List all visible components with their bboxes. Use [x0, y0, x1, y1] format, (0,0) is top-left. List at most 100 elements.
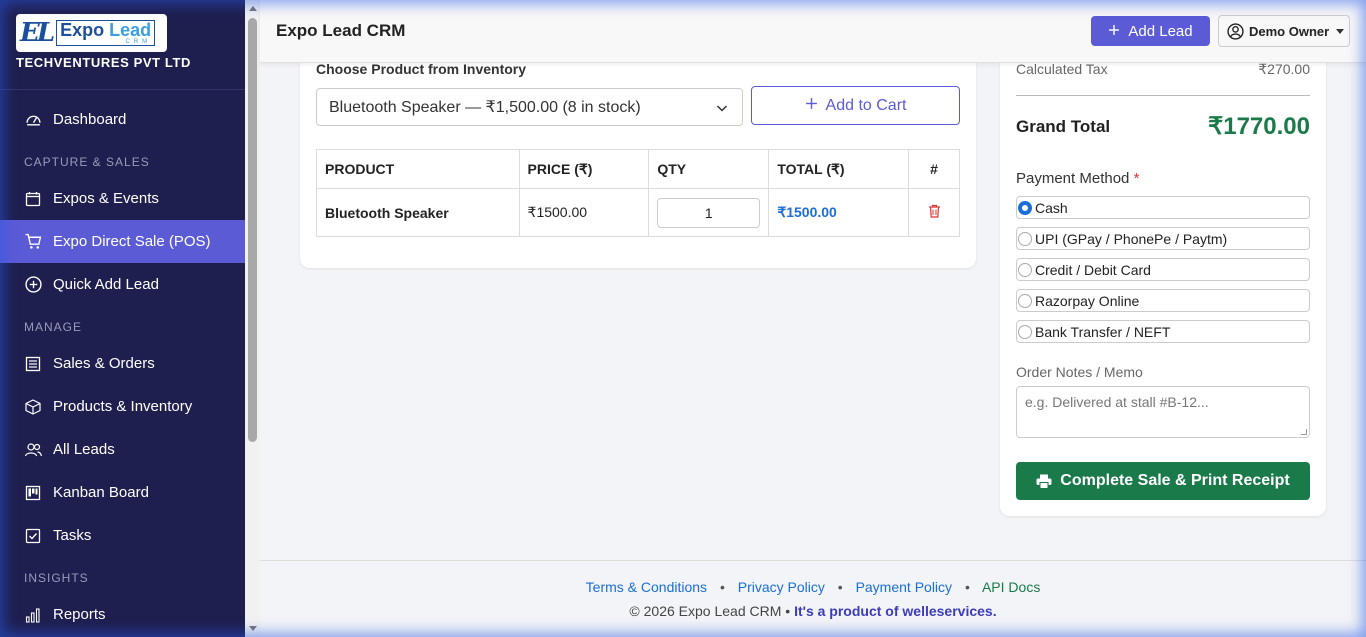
cell-price: ₹1500.00: [518, 188, 650, 237]
add-lead-button[interactable]: Add Lead: [1091, 16, 1210, 46]
user-menu-button[interactable]: Demo Owner: [1218, 15, 1350, 47]
sidebar-item-label: Kanban Board: [53, 484, 149, 501]
scroll-up-arrow-icon[interactable]: [249, 6, 257, 11]
add-lead-label: Add Lead: [1128, 22, 1193, 40]
payment-option-cash[interactable]: Cash: [1016, 196, 1310, 219]
calendar-icon: [24, 190, 42, 208]
radio-button[interactable]: [1018, 324, 1032, 339]
payment-option-label: UPI (GPay / PhonePe / Paytm): [1035, 230, 1228, 247]
pos-cart-card: Choose Product from Inventory Bluetooth …: [300, 40, 976, 268]
radio-button[interactable]: [1018, 293, 1032, 308]
sidebar-item-sales-orders[interactable]: Sales & Orders: [0, 342, 245, 385]
radio-button[interactable]: [1018, 262, 1032, 277]
cart-table: PRODUCT PRICE (₹) QTY TOTAL (₹) # Blueto…: [316, 149, 960, 237]
logo-mark: EL: [20, 18, 55, 48]
bar-chart-icon: [24, 606, 42, 624]
radio-button[interactable]: [1018, 231, 1032, 246]
sidebar-item-expos-events[interactable]: Expos & Events: [0, 177, 245, 220]
divider: [1016, 95, 1310, 96]
payment-option-upi[interactable]: UPI (GPay / PhonePe / Paytm): [1016, 227, 1310, 250]
col-header-product: PRODUCT: [316, 149, 520, 189]
required-mark: *: [1133, 170, 1140, 187]
printer-icon: [1036, 474, 1052, 489]
cell-total: ₹1500.00: [768, 188, 910, 237]
copyright-text: © 2026 Expo Lead CRM •: [629, 603, 791, 619]
payment-option-label: Cash: [1035, 199, 1068, 216]
scroll-down-arrow-icon[interactable]: [249, 626, 257, 631]
payment-option-razorpay[interactable]: Razorpay Online: [1016, 289, 1310, 312]
complete-sale-button[interactable]: Complete Sale & Print Receipt: [1016, 462, 1310, 500]
payment-option-card[interactable]: Credit / Debit Card: [1016, 258, 1310, 281]
sidebar-scrollbar[interactable]: [245, 0, 260, 637]
sidebar-item-kanban-board[interactable]: Kanban Board: [0, 471, 245, 514]
user-name: Demo Owner: [1249, 23, 1330, 39]
sidebar-item-label: Dashboard: [53, 111, 127, 128]
sidebar-item-label: Products & Inventory: [53, 398, 193, 415]
radio-button[interactable]: [1018, 200, 1032, 215]
sidebar-item-pos[interactable]: Expo Direct Sale (POS): [0, 220, 245, 263]
sidebar-item-products-inventory[interactable]: Products & Inventory: [0, 385, 245, 428]
brand: EL Expo Lead CRM TECHVENTURES PVT LTD: [0, 0, 245, 90]
nav-section-insights: INSIGHTS: [24, 571, 89, 585]
top-header: Expo Lead CRM Add Lead Demo Owner: [260, 0, 1366, 63]
tax-row: Calculated Tax ₹270.00: [1016, 61, 1310, 78]
sidebar-item-label: Tasks: [53, 527, 92, 544]
product-select-value: Bluetooth Speaker — ₹1,500.00 (8 in stoc…: [329, 99, 641, 116]
check-square-icon: [24, 527, 42, 545]
logo-text-lead: Lead: [109, 20, 152, 40]
sidebar-item-reports[interactable]: Reports: [0, 593, 245, 636]
caret-down-icon: [1336, 28, 1345, 34]
sidebar-item-dashboard[interactable]: Dashboard: [0, 98, 245, 141]
payment-option-label: Bank Transfer / NEFT: [1035, 323, 1171, 340]
plus-icon: [805, 97, 818, 115]
tax-value: ₹270.00: [1258, 61, 1310, 77]
footer-links: Terms & Conditions • Privacy Policy • Pa…: [585, 579, 1041, 595]
sidebar-item-label: Sales & Orders: [53, 355, 155, 372]
sidebar-item-label: Reports: [53, 606, 106, 623]
col-header-total: TOTAL (₹): [768, 149, 910, 189]
table-header-row: PRODUCT PRICE (₹) QTY TOTAL (₹) #: [316, 149, 960, 189]
payment-method-label: Payment Method *: [1016, 170, 1140, 187]
nav-section-capture: CAPTURE & SALES: [24, 155, 150, 169]
logo[interactable]: EL Expo Lead CRM: [16, 14, 167, 52]
col-header-qty: QTY: [648, 149, 770, 189]
grand-total-label: Grand Total: [1016, 116, 1111, 136]
chevron-down-icon: [716, 101, 728, 119]
people-icon: [24, 441, 42, 459]
sidebar-item-tasks[interactable]: Tasks: [0, 514, 245, 557]
trash-icon[interactable]: [928, 204, 941, 221]
privacy-link[interactable]: Privacy Policy: [738, 579, 825, 595]
sidebar-item-label: Expos & Events: [53, 190, 159, 207]
logo-text-expo: Expo: [60, 20, 110, 40]
terms-link[interactable]: Terms & Conditions: [586, 579, 707, 595]
add-to-cart-label: Add to Cart: [825, 96, 907, 114]
product-of-link[interactable]: It's a product of welleservices.: [794, 603, 997, 619]
payment-policy-link[interactable]: Payment Policy: [856, 579, 952, 595]
logo-sub: CRM: [125, 39, 152, 45]
sidebar-item-all-leads[interactable]: All Leads: [0, 428, 245, 471]
sidebar-item-quick-add-lead[interactable]: Quick Add Lead: [0, 263, 245, 306]
order-notes-label: Order Notes / Memo: [1016, 364, 1143, 380]
order-notes-textarea[interactable]: e.g. Delivered at stall #B-12...: [1016, 386, 1310, 438]
plus-icon: [1108, 23, 1120, 40]
api-docs-link[interactable]: API Docs: [982, 579, 1040, 595]
sidebar-item-label: All Leads: [53, 441, 115, 458]
quantity-input[interactable]: 1: [657, 197, 761, 228]
footer: Terms & Conditions • Privacy Policy • Pa…: [260, 560, 1366, 637]
receipt-icon: [24, 355, 42, 373]
product-select[interactable]: Bluetooth Speaker — ₹1,500.00 (8 in stoc…: [316, 88, 743, 126]
kanban-icon: [24, 484, 42, 502]
scrollbar-thumb[interactable]: [248, 18, 257, 442]
page-title: Expo Lead CRM: [276, 21, 406, 40]
company-name: TECHVENTURES PVT LTD: [16, 55, 191, 70]
cell-qty: 1: [648, 188, 770, 237]
user-circle-icon: [1227, 22, 1244, 40]
grand-total-row: Grand Total ₹1770.00: [1016, 112, 1310, 141]
resize-handle-icon[interactable]: [1301, 429, 1307, 435]
cell-product: Bluetooth Speaker: [316, 188, 520, 237]
payment-option-bank-transfer[interactable]: Bank Transfer / NEFT: [1016, 320, 1310, 343]
choose-product-label: Choose Product from Inventory: [316, 61, 527, 77]
add-to-cart-button[interactable]: Add to Cart: [751, 86, 960, 125]
payment-option-label: Razorpay Online: [1035, 292, 1140, 309]
grand-total-value: ₹1770.00: [1207, 113, 1310, 140]
